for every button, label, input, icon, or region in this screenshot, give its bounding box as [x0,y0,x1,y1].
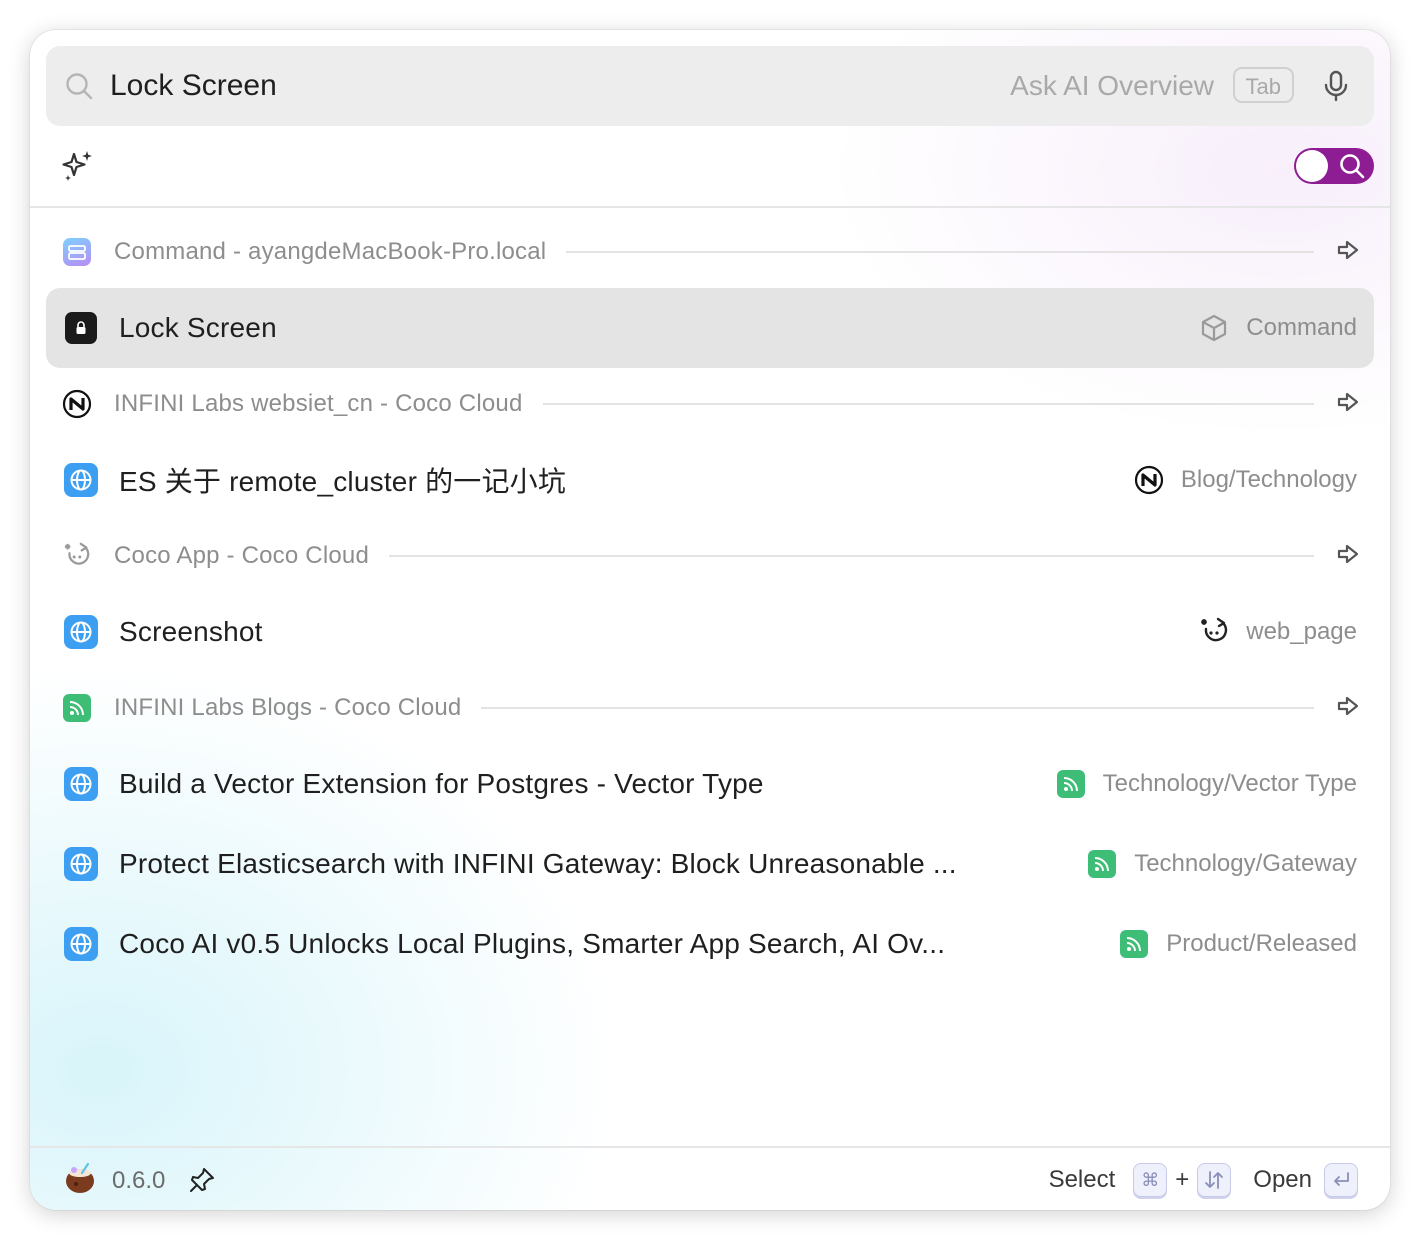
result-meta-label: Blog/Technology [1180,466,1357,493]
group-title: INFINI Labs websiet_cn - Coco Cloud [114,390,523,417]
sparkles-icon[interactable] [60,148,96,189]
result-meta: Technology/Gateway [1086,848,1357,880]
tab-key-badge: Tab [1232,67,1294,103]
search-icon [64,71,94,106]
search-mode-toggle[interactable] [1294,148,1374,184]
result-item[interactable]: Protect Elasticsearch with INFINI Gatewa… [46,824,1374,904]
coco-app-icon [62,541,92,571]
pin-icon[interactable] [188,1166,216,1199]
coco-app-icon [1198,616,1230,648]
result-title: Protect Elasticsearch with INFINI Gatewa… [119,848,957,879]
ask-ai-overview-hint[interactable]: Ask AI Overview [1010,70,1214,102]
toggle-knob [1296,150,1328,182]
rss-icon [1118,928,1150,960]
result-meta-label: Product/Released [1166,930,1357,957]
plus-sign: + [1175,1166,1190,1193]
result-meta: Product/Released [1118,928,1357,960]
result-title: Screenshot [119,616,263,647]
rss-icon [62,693,92,723]
rss-icon [1055,768,1087,800]
group-title: Coco App - Coco Cloud [114,542,370,569]
footer-shortcuts: Select ⌘ + Open [1049,1162,1358,1198]
group-divider [566,251,1314,253]
result-meta-label: Technology/Gateway [1134,850,1357,877]
group-header: Coco App - Coco Cloud [30,520,1390,592]
search-bar[interactable]: Ask AI Overview Tab [46,46,1374,126]
result-meta: Command [1198,312,1357,344]
lock-icon [63,310,99,346]
infini-logo-icon [62,389,92,419]
arrow-right-icon[interactable] [1336,542,1360,571]
result-item[interactable]: Coco AI v0.5 Unlocks Local Plugins, Smar… [46,904,1374,984]
footer-bar: 0.6.0 Select ⌘ + Open [30,1146,1390,1210]
app-version: 0.6.0 [112,1167,166,1194]
group-header: INFINI Labs Blogs - Coco Cloud [30,672,1390,744]
result-title: ES 关于 remote_cluster 的一记小坑 [119,466,567,497]
infini-logo-icon [1133,464,1165,496]
arrow-right-icon[interactable] [1336,694,1360,723]
result-title: Build a Vector Extension for Postgres - … [119,768,764,799]
arrow-right-icon[interactable] [1336,390,1360,419]
result-item[interactable]: Screenshot web_page [46,592,1374,672]
enter-key-icon [1324,1163,1358,1197]
microphone-icon[interactable] [1322,70,1350,107]
result-item[interactable]: Lock Screen Command [46,288,1374,368]
tool-row [30,126,1390,208]
result-meta-label: Command [1246,314,1357,341]
result-meta: Blog/Technology [1133,464,1357,496]
coco-logo-icon[interactable] [64,1162,96,1199]
result-item[interactable]: Build a Vector Extension for Postgres - … [46,744,1374,824]
group-title: Command - ayangdeMacBook-Pro.local [114,238,547,265]
globe-icon [63,846,99,882]
result-meta-label: Technology/Vector Type [1102,770,1357,797]
result-title: Lock Screen [119,312,277,343]
select-label: Select [1048,1166,1116,1193]
globe-icon [63,462,99,498]
group-divider [481,707,1314,709]
arrow-right-icon[interactable] [1336,238,1360,267]
cube-icon [1198,312,1230,344]
result-meta: Technology/Vector Type [1055,768,1357,800]
search-input[interactable] [110,64,970,108]
group-title: INFINI Labs Blogs - Coco Cloud [114,694,462,721]
search-icon [1338,152,1366,185]
rss-icon [1086,848,1118,880]
result-item[interactable]: ES 关于 remote_cluster 的一记小坑 Blog/Technolo… [46,440,1374,520]
group-divider [389,555,1314,557]
result-title: Coco AI v0.5 Unlocks Local Plugins, Smar… [119,928,946,959]
result-meta: web_page [1198,616,1357,648]
result-meta-label: web_page [1246,618,1357,645]
app-folder-icon [62,237,92,267]
globe-icon [63,926,99,962]
group-header: INFINI Labs websiet_cn - Coco Cloud [30,368,1390,440]
launcher-window: Ask AI Overview Tab Command - ayangdeMac… [30,30,1390,1210]
globe-icon [63,614,99,650]
open-label: Open [1253,1166,1312,1193]
command-key: ⌘ [1133,1163,1168,1197]
results-list: Command - ayangdeMacBook-Pro.local Lock … [30,216,1390,984]
group-header: Command - ayangdeMacBook-Pro.local [30,216,1390,288]
group-divider [542,403,1314,405]
arrow-keys-icon [1197,1163,1232,1197]
globe-icon [63,766,99,802]
